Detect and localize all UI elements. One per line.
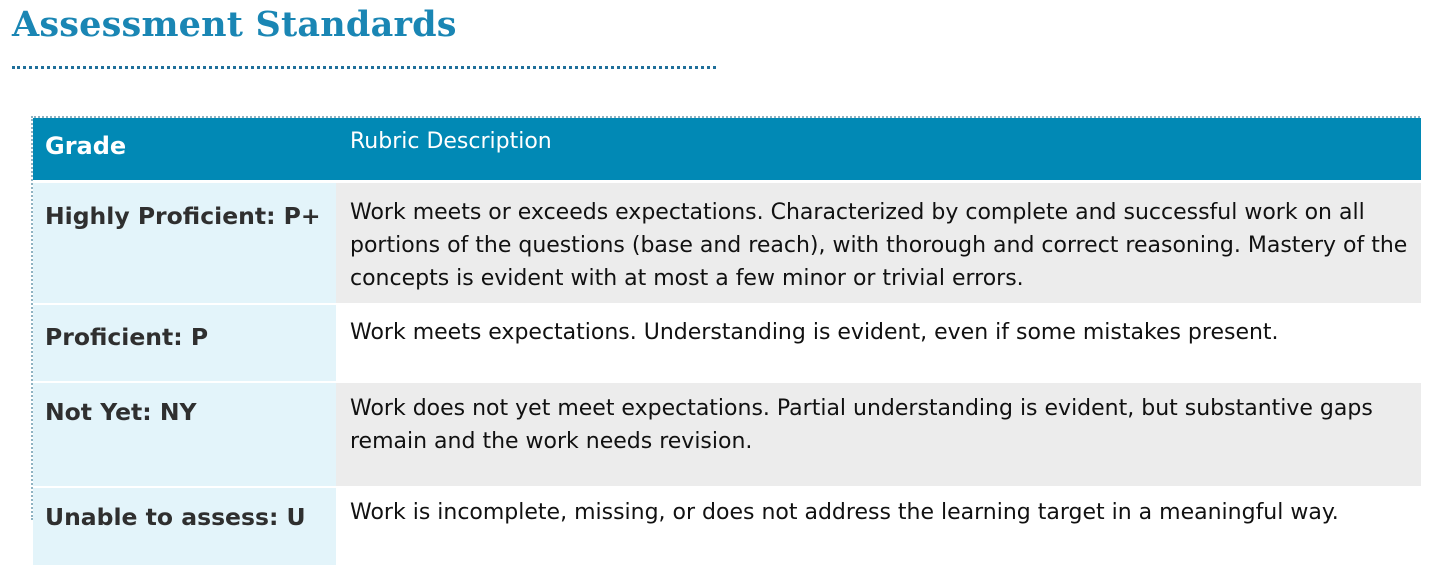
table-row: Not Yet: NY Work does not yet meet expec… (33, 382, 1421, 488)
description-cell: Work does not yet meet expectations. Par… (336, 382, 1421, 488)
table-row: Proficient: P Work meets expectations. U… (33, 304, 1421, 383)
description-cell: Work meets or exceeds expectations. Char… (336, 181, 1421, 305)
table-row: Highly Proficient: P+ Work meets or exce… (33, 181, 1421, 305)
grade-cell: Highly Proficient: P+ (33, 181, 336, 305)
page-title: Assessment Standards (12, 4, 457, 45)
title-dotted-divider (12, 66, 716, 69)
grade-cell: Proficient: P (33, 304, 336, 383)
grade-cell: Not Yet: NY (33, 382, 336, 488)
description-column-header: Rubric Description (336, 118, 1421, 183)
rubric-table: Grade Rubric Description Highly Proficie… (33, 118, 1421, 567)
table-header-row: Grade Rubric Description (33, 118, 1421, 183)
description-cell: Work meets expectations. Understanding i… (336, 304, 1421, 383)
grade-column-header: Grade (33, 118, 336, 183)
